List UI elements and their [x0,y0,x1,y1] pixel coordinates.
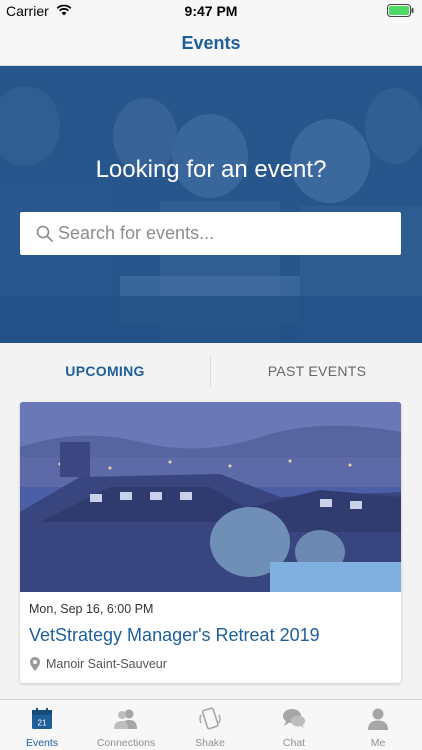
tab-bar-label-connections: Connections [96,737,156,749]
chat-bubbles-icon [283,709,305,728]
tab-bar-label-shake: Shake [195,737,225,749]
navigation-bar: Events [0,22,422,66]
tab-bar-item-connections[interactable]: Connections [84,700,168,750]
tab-bar-item-shake[interactable]: Shake [168,700,252,750]
person-icon [368,708,388,730]
tab-upcoming[interactable]: UPCOMING [0,363,210,379]
shake-phone-icon [199,707,221,730]
tab-past-events[interactable]: PAST EVENTS [212,363,422,379]
tab-bar-label-me: Me [370,737,386,749]
status-bar: Carrier 9:47 PM [0,0,422,22]
calendar-icon: 21 [32,708,52,729]
search-input[interactable] [58,212,388,255]
page-title: Events [181,33,241,53]
hero-background-photo [0,66,422,343]
event-location: Manoir Saint-Sauveur [46,657,167,671]
hero-heading: Looking for an event? [95,156,327,183]
tab-bar-item-events[interactable]: 21 Events [0,700,84,750]
search-icon [36,225,53,242]
event-filter-tabs: UPCOMING PAST EVENTS [0,343,422,400]
tab-bar-item-chat[interactable]: Chat [252,700,336,750]
tab-bar-label-chat: Chat [282,737,306,749]
clock: 9:47 PM [184,3,238,19]
search-bar[interactable] [20,212,401,255]
event-title[interactable]: VetStrategy Manager's Retreat 2019 [29,625,320,646]
hero-banner: Looking for an event? [0,66,422,343]
events-screen: Carrier 9:47 PM Events Looking for an ev… [0,0,422,750]
event-date: Mon, Sep 16, 6:00 PM [29,602,154,616]
calendar-day: 21 [38,719,47,728]
tab-bar-label-events: Events [25,737,59,749]
battery-icon [387,4,414,17]
tab-divider [210,356,211,387]
event-image [20,402,401,592]
people-icon [114,709,137,729]
tab-bar-item-me[interactable]: Me [336,700,420,750]
bottom-tab-bar: 21 Events Connections Shake Chat Me [0,699,422,750]
event-card[interactable]: Mon, Sep 16, 6:00 PM VetStrategy Manager… [20,402,401,683]
map-pin-icon [30,657,40,671]
